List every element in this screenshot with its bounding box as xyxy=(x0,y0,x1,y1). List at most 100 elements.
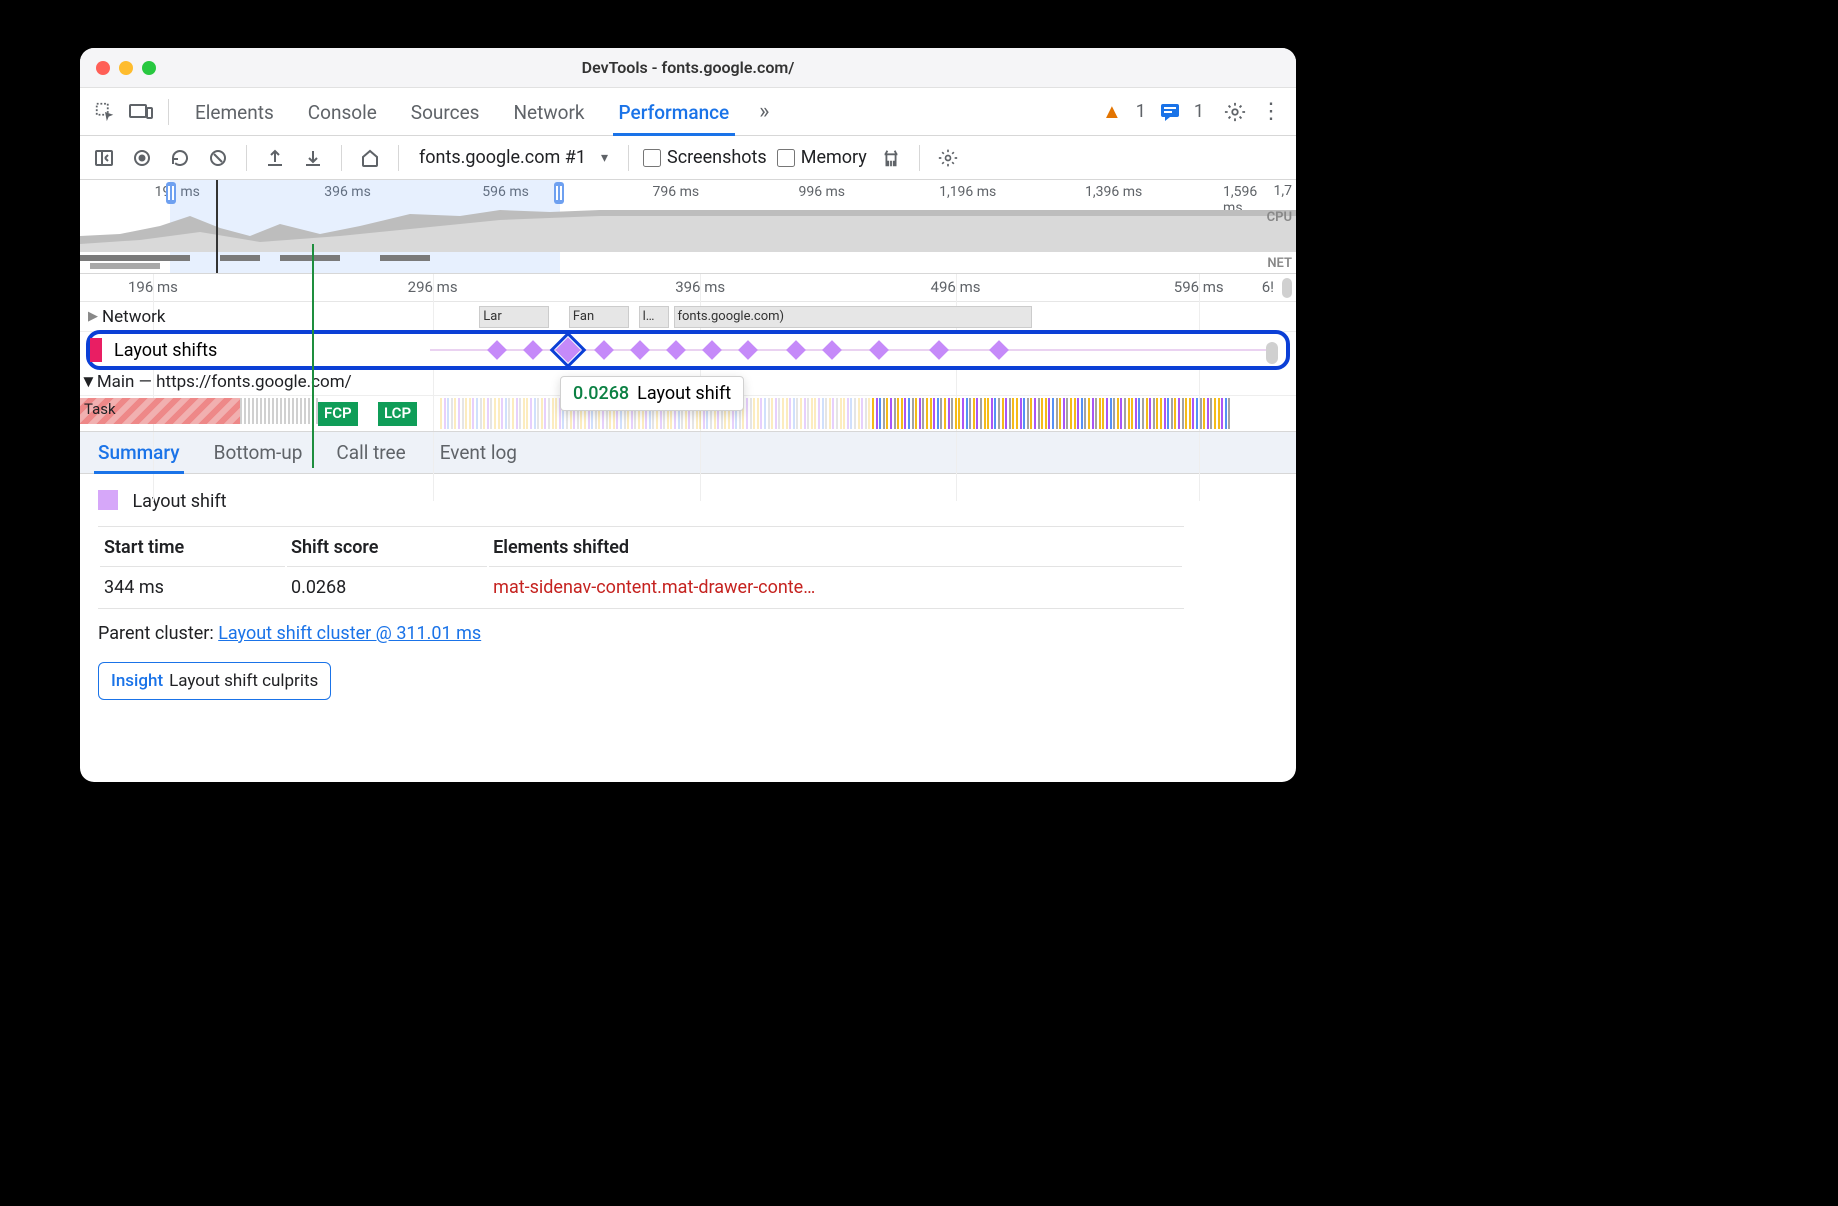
network-request-bar[interactable]: Lar xyxy=(479,306,549,328)
kebab-menu-icon[interactable]: ⋮ xyxy=(1256,97,1286,127)
long-task-bar[interactable]: Task xyxy=(80,398,240,424)
window-controls xyxy=(80,61,156,75)
network-request-bar[interactable]: fonts.google.com) xyxy=(674,306,1033,328)
layout-shift-swatch xyxy=(98,490,118,510)
cpu-chart xyxy=(80,206,1296,252)
tab-network[interactable]: Network xyxy=(499,89,598,135)
net-label: NET xyxy=(1267,256,1292,271)
layout-shift-event[interactable] xyxy=(989,340,1009,360)
insight-button[interactable]: Insight Layout shift culprits xyxy=(98,662,331,700)
titlebar: DevTools - fonts.google.com/ xyxy=(80,48,1296,88)
overview-marker xyxy=(216,180,218,273)
inspect-icon[interactable] xyxy=(90,97,120,127)
ruler-tick: 596 ms xyxy=(1174,278,1224,296)
settings-icon[interactable] xyxy=(1220,97,1250,127)
layout-shift-event[interactable] xyxy=(822,340,842,360)
issues-count: 1 xyxy=(1194,101,1204,122)
overview-tick: 996 ms xyxy=(798,184,845,200)
ruler-tick: 396 ms xyxy=(675,278,725,296)
window-title: DevTools - fonts.google.com/ xyxy=(80,58,1296,77)
warning-count: 1 xyxy=(1136,101,1146,122)
clear-icon[interactable] xyxy=(204,144,232,172)
perf-toolbar: fonts.google.com #1 Screenshots Memory xyxy=(80,136,1296,180)
ruler-tick: 496 ms xyxy=(931,278,981,296)
layout-shift-event[interactable] xyxy=(738,340,758,360)
overview-handle-left[interactable] xyxy=(166,182,176,204)
collect-garbage-icon[interactable] xyxy=(877,144,905,172)
detail-tab-bottom-up[interactable]: Bottom-up xyxy=(212,433,305,473)
layout-shift-event[interactable] xyxy=(523,340,543,360)
toggle-sidebar-icon[interactable] xyxy=(90,144,118,172)
issues-icon xyxy=(1160,103,1180,121)
summary-title-row: Layout shift xyxy=(98,490,1278,512)
scrollbar-thumb[interactable] xyxy=(1266,342,1278,364)
overview-tick: 1,396 ms xyxy=(1085,184,1142,200)
layout-shift-event[interactable] xyxy=(702,340,722,360)
layout-shift-event[interactable] xyxy=(556,337,581,362)
zoom-window-button[interactable] xyxy=(142,61,156,75)
fcp-marker-line xyxy=(312,244,314,468)
scrollbar-thumb[interactable] xyxy=(1282,278,1292,298)
cls-indicator xyxy=(90,338,102,362)
cpu-label: CPU xyxy=(1267,210,1292,225)
more-tabs-icon[interactable]: » xyxy=(749,97,779,127)
capture-settings-icon[interactable] xyxy=(934,144,962,172)
network-request-bar[interactable]: Fan xyxy=(569,306,629,328)
upload-icon[interactable] xyxy=(261,144,289,172)
tab-sources[interactable]: Sources xyxy=(397,89,494,135)
layout-shift-event[interactable] xyxy=(869,340,889,360)
lcp-badge[interactable]: LCP xyxy=(378,402,417,426)
layout-shift-tooltip: 0.0268 Layout shift xyxy=(560,376,744,411)
warning-icon: ▲ xyxy=(1102,99,1122,124)
cell-start-time: 344 ms xyxy=(100,569,285,606)
home-icon[interactable] xyxy=(356,144,384,172)
layout-shift-event[interactable] xyxy=(630,340,650,360)
close-window-button[interactable] xyxy=(96,61,110,75)
net-chart xyxy=(80,253,1296,273)
tooltip-label: Layout shift xyxy=(637,383,731,404)
cell-elements-link[interactable]: mat-sidenav-content.mat-drawer-conte… xyxy=(489,569,1181,606)
tooltip-value: 0.0268 xyxy=(573,383,629,404)
recording-select[interactable]: fonts.google.com #1 xyxy=(413,143,614,172)
overview-handle-right[interactable] xyxy=(554,182,564,204)
detail-tab-event-log[interactable]: Event log xyxy=(438,433,519,473)
fcp-badge[interactable]: FCP xyxy=(318,402,358,426)
download-icon[interactable] xyxy=(299,144,327,172)
collapse-icon: ▼ xyxy=(80,372,97,392)
layout-shifts-track[interactable]: Layout shifts xyxy=(86,330,1290,370)
panel-tabbar: Elements Console Sources Network Perform… xyxy=(80,88,1296,136)
overview-tick: 796 ms xyxy=(653,184,700,200)
ruler-tick: 296 ms xyxy=(408,278,458,296)
warning-issue-counters[interactable]: ▲ 1 1 xyxy=(1102,99,1204,124)
screenshots-checkbox[interactable]: Screenshots xyxy=(643,147,767,168)
summary-pane: Layout shift Start time Shift score Elem… xyxy=(80,474,1296,718)
layout-shift-event[interactable] xyxy=(786,340,806,360)
network-track-header[interactable]: ▶ Network LarFanl…fonts.google.com) xyxy=(80,302,1296,332)
device-toolbar-icon[interactable] xyxy=(126,97,156,127)
tab-console[interactable]: Console xyxy=(294,89,391,135)
expand-icon: ▶ xyxy=(88,309,98,324)
col-shift-score: Shift score xyxy=(287,529,487,567)
network-request-bar[interactable]: l… xyxy=(639,306,669,328)
detail-tab-summary[interactable]: Summary xyxy=(96,433,182,473)
tab-elements[interactable]: Elements xyxy=(181,89,288,135)
layout-shift-event[interactable] xyxy=(929,340,949,360)
col-elements: Elements shifted xyxy=(489,529,1181,567)
memory-checkbox[interactable]: Memory xyxy=(777,147,867,168)
detail-tab-call-tree[interactable]: Call tree xyxy=(334,433,407,473)
layout-shift-event[interactable] xyxy=(487,340,507,360)
timeline-overview[interactable]: 19ms396 ms596 ms796 ms996 ms1,196 ms1,39… xyxy=(80,180,1296,274)
layout-shift-event[interactable] xyxy=(594,340,614,360)
parent-cluster-link[interactable]: Layout shift cluster @ 311.01 ms xyxy=(218,623,481,644)
overview-tick: 1,196 ms xyxy=(939,184,996,200)
cell-shift-score: 0.0268 xyxy=(287,569,487,606)
devtools-window: DevTools - fonts.google.com/ Elements Co… xyxy=(80,48,1296,782)
detail-ruler[interactable]: 196 ms296 ms396 ms496 ms596 ms 6! xyxy=(80,274,1296,302)
table-row: 344 ms 0.0268 mat-sidenav-content.mat-dr… xyxy=(100,569,1182,606)
reload-record-icon[interactable] xyxy=(166,144,194,172)
record-icon[interactable] xyxy=(128,144,156,172)
summary-table: Start time Shift score Elements shifted … xyxy=(98,526,1184,609)
tab-performance[interactable]: Performance xyxy=(605,89,744,135)
minimize-window-button[interactable] xyxy=(119,61,133,75)
layout-shift-event[interactable] xyxy=(666,340,686,360)
